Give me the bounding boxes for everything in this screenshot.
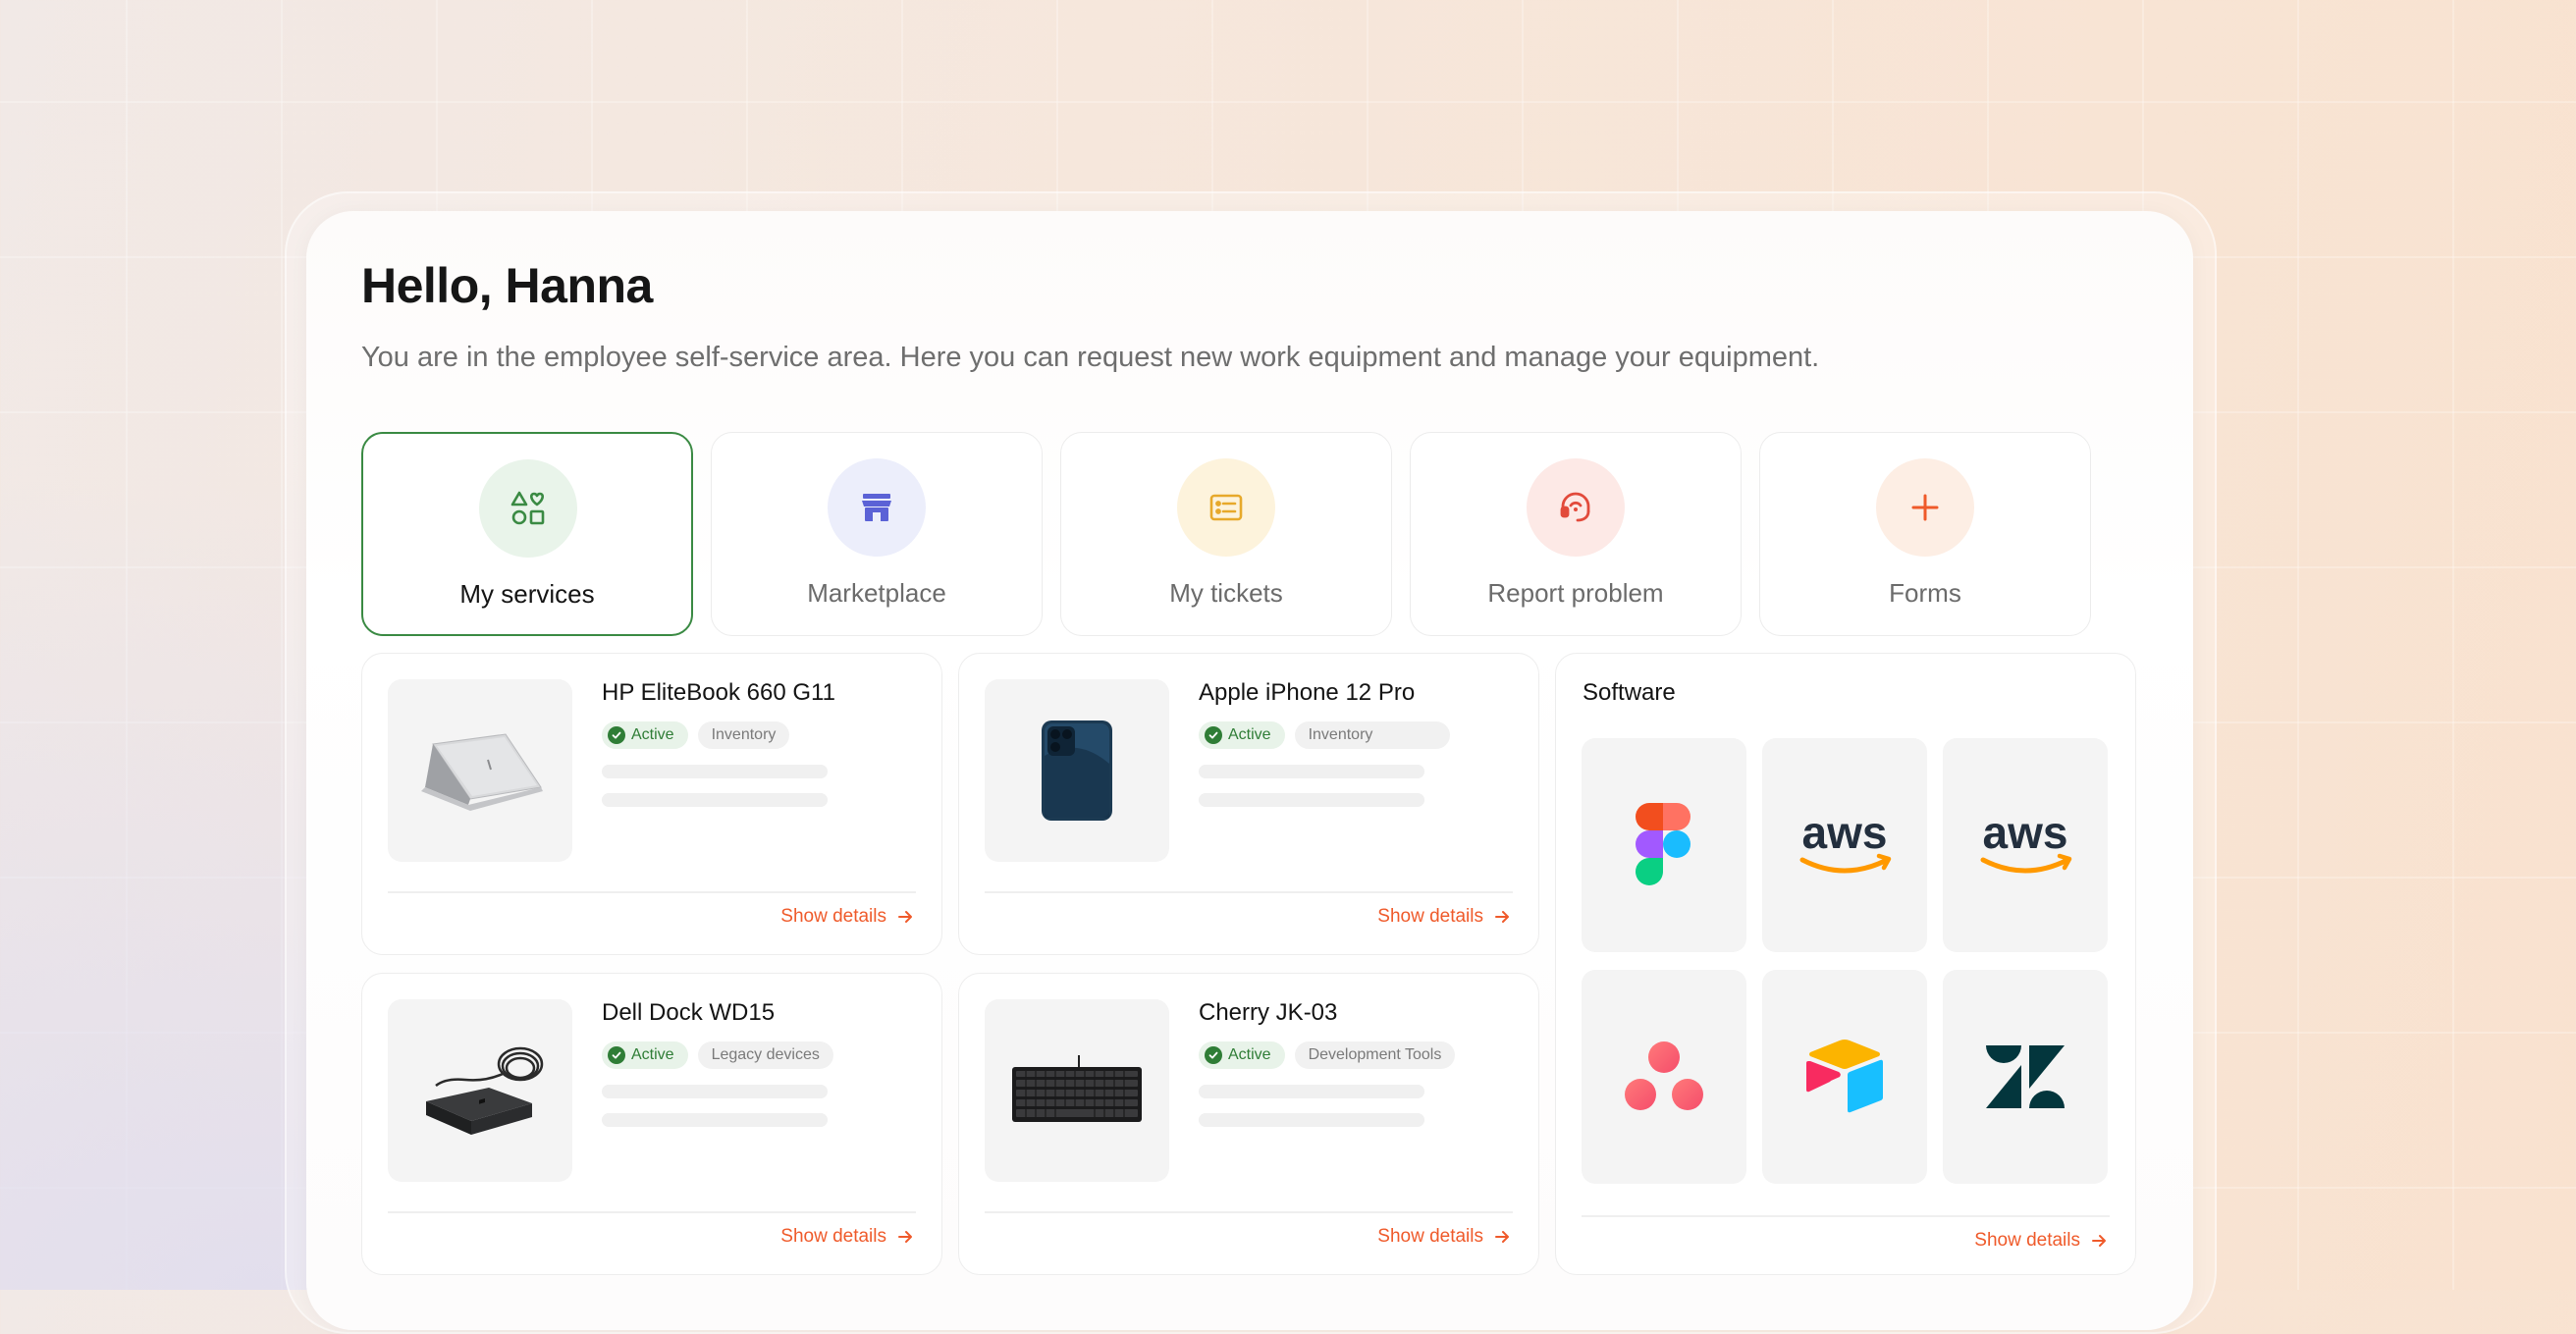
check-icon	[608, 726, 625, 744]
link-label: Show details	[780, 906, 886, 927]
keyboard-image	[985, 999, 1169, 1182]
category-tag: Legacy devices	[697, 1041, 833, 1069]
plus-icon	[1876, 458, 1974, 557]
link-label: Show details	[1974, 1230, 2080, 1251]
zendesk-logo[interactable]	[1943, 970, 2108, 1184]
divider	[985, 891, 1513, 893]
link-label: Show details	[780, 1226, 886, 1247]
device-card: HP EliteBook 660 G11 Active Inventory Sh…	[361, 653, 942, 955]
airtable-logo[interactable]	[1762, 970, 1927, 1184]
status-label: Active	[1228, 726, 1271, 743]
dock-image	[388, 999, 572, 1182]
arrow-right-icon	[1495, 911, 1509, 923]
skeleton-line	[602, 1085, 828, 1098]
arrow-right-icon	[1495, 1231, 1509, 1243]
skeleton-line	[602, 1113, 828, 1127]
status-badge: Active	[1199, 721, 1285, 749]
device-card: Apple iPhone 12 Pro Active Inventory Sho…	[958, 653, 1539, 955]
tile-label: Marketplace	[807, 578, 946, 608]
tile-marketplace[interactable]: Marketplace	[711, 432, 1043, 636]
link-label: Show details	[1377, 1226, 1483, 1247]
status-label: Active	[1228, 1046, 1271, 1063]
skeleton-line	[602, 765, 828, 778]
skeleton-line	[1199, 1085, 1424, 1098]
aws-wordmark: aws	[1802, 809, 1888, 858]
check-icon	[1205, 726, 1222, 744]
show-details-link[interactable]: Show details	[780, 1226, 914, 1248]
divider	[985, 1211, 1513, 1213]
show-details-link[interactable]: Show details	[780, 906, 914, 928]
aws-logo[interactable]: aws	[1762, 738, 1927, 952]
device-name: Apple iPhone 12 Pro	[1199, 679, 1416, 706]
check-icon	[608, 1046, 625, 1064]
category-tag: Inventory	[1294, 721, 1450, 749]
status-label: Active	[631, 726, 674, 743]
phone-image	[985, 679, 1169, 862]
tile-my-services[interactable]: My services	[361, 432, 693, 636]
show-details-link[interactable]: Show details	[1974, 1230, 2108, 1252]
intro-text: You are in the employee self-service are…	[361, 342, 1820, 373]
tile-forms[interactable]: Forms	[1759, 432, 2091, 636]
divider	[388, 891, 916, 893]
aws-wordmark: aws	[1983, 809, 2068, 858]
arrow-right-icon	[898, 1231, 912, 1243]
category-tag: Inventory	[697, 721, 790, 749]
skeleton-line	[1199, 765, 1424, 778]
device-card: Dell Dock WD15 Active Legacy devices Sho…	[361, 973, 942, 1275]
device-name: HP EliteBook 660 G11	[602, 679, 835, 706]
device-card: Cherry JK-03 Active Development Tools Sh…	[958, 973, 1539, 1275]
check-icon	[1205, 1046, 1222, 1064]
show-details-link[interactable]: Show details	[1377, 906, 1511, 928]
skeleton-line	[1199, 793, 1424, 807]
link-label: Show details	[1377, 906, 1483, 927]
tile-label: Forms	[1889, 578, 1961, 608]
category-tag: Development Tools	[1294, 1041, 1456, 1069]
aws-logo[interactable]: aws	[1943, 738, 2108, 952]
greeting-title: Hello, Hanna	[361, 258, 653, 313]
arrow-right-icon	[898, 911, 912, 923]
headset-icon	[1527, 458, 1625, 557]
arrow-right-icon	[2092, 1235, 2106, 1247]
laptop-image	[388, 679, 572, 862]
divider	[388, 1211, 916, 1213]
figma-logo[interactable]	[1582, 738, 1746, 952]
device-name: Cherry JK-03	[1199, 999, 1338, 1026]
show-details-link[interactable]: Show details	[1377, 1226, 1511, 1248]
software-title: Software	[1583, 679, 1676, 706]
status-badge: Active	[602, 1041, 688, 1069]
shapes-icon	[479, 459, 577, 558]
tile-label: Report problem	[1487, 578, 1664, 608]
tile-label: My services	[459, 579, 595, 609]
status-label: Active	[631, 1046, 674, 1063]
skeleton-line	[602, 793, 828, 807]
tile-label: My tickets	[1169, 578, 1283, 608]
tile-my-tickets[interactable]: My tickets	[1060, 432, 1392, 636]
software-card: Software aws aws Show details	[1555, 653, 2136, 1275]
status-badge: Active	[602, 721, 688, 749]
asana-logo[interactable]	[1582, 970, 1746, 1184]
ticket-list-icon	[1177, 458, 1275, 557]
tile-report-problem[interactable]: Report problem	[1410, 432, 1742, 636]
device-name: Dell Dock WD15	[602, 999, 776, 1026]
status-badge: Active	[1199, 1041, 1285, 1069]
store-icon	[828, 458, 926, 557]
skeleton-line	[1199, 1113, 1424, 1127]
divider	[1582, 1215, 2110, 1217]
